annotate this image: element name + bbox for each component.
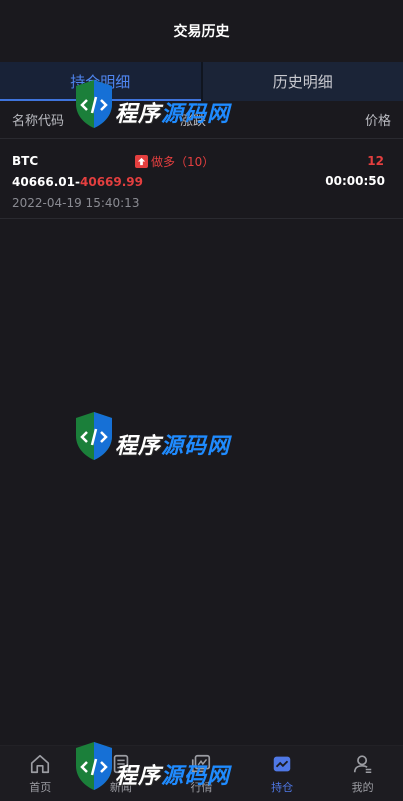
tabbar-item-position[interactable]: 持仓 — [242, 746, 323, 801]
position-direction: 做多（10） — [135, 153, 214, 170]
position-prices: 40666.01-40669.99 — [12, 175, 143, 189]
tab-bar: 持仓明细 历史明细 — [0, 62, 403, 101]
tabbar-item-profile[interactable]: 我的 — [322, 746, 403, 801]
profile-icon — [353, 754, 371, 773]
column-name-code: 名称代码 — [12, 114, 65, 129]
tabbar-item-news[interactable]: 新闻 — [81, 746, 162, 801]
position-row[interactable]: BTC 做多（10） 12 40666.01-40669.99 00:00:50… — [0, 140, 403, 219]
tabbar-label-news: 新闻 — [109, 780, 132, 794]
tabbar-label-profile: 我的 — [351, 780, 374, 794]
watermark-logo: 程序源码网 — [70, 410, 245, 470]
position-quantity: 12 — [367, 154, 384, 168]
page-header: 交易历史 — [0, 0, 403, 62]
shield-icon — [76, 412, 112, 460]
position-timer: 00:00:50 — [325, 174, 385, 188]
tab-positions[interactable]: 持仓明细 — [0, 62, 201, 101]
arrow-up-icon — [135, 155, 148, 168]
tabbar-label-home: 首页 — [29, 780, 52, 794]
column-price: 价格 — [364, 114, 391, 129]
chart-icon — [192, 754, 211, 772]
tabbar-label-market: 行情 — [190, 780, 213, 794]
position-open-price: 40666.01 — [12, 175, 76, 189]
column-change: 涨跌 — [180, 114, 207, 129]
home-icon — [31, 754, 50, 773]
news-icon — [113, 754, 129, 773]
column-header: 名称代码 涨跌 价格 — [0, 101, 403, 139]
tab-history[interactable]: 历史明细 — [202, 62, 403, 101]
tabbar-item-home[interactable]: 首页 — [0, 746, 81, 801]
position-current-price: 40669.99 — [80, 175, 144, 189]
bottom-tabbar: 首页 新闻 行情 持仓 我的 — [0, 745, 403, 801]
watermark-text-a: 程序 — [115, 434, 162, 459]
position-symbol: BTC — [12, 154, 39, 168]
page-title: 交易历史 — [173, 24, 230, 40]
watermark-text-b: 源码网 — [161, 434, 231, 459]
position-direction-label: 做多（10） — [151, 155, 215, 169]
tabbar-item-market[interactable]: 行情 — [161, 746, 242, 801]
position-time: 2022-04-19 15:40:13 — [12, 196, 140, 210]
tabbar-label-position: 持仓 — [271, 780, 294, 794]
position-icon — [273, 756, 291, 771]
